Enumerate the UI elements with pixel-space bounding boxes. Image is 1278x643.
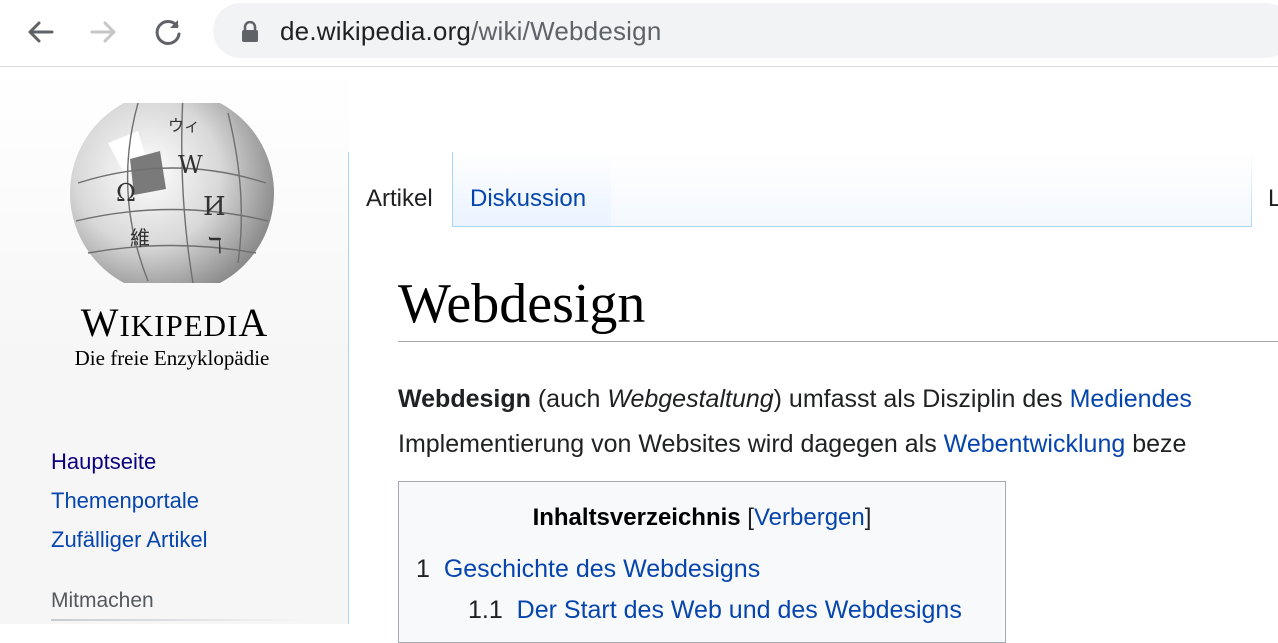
svg-text:ウィ: ウィ [168,116,200,135]
wordmark-a: A [238,300,269,345]
page-title: Webdesign [398,273,646,335]
url-path: /wiki/Webdesign [471,16,662,46]
toc-bracket: ] [864,504,872,531]
back-button[interactable] [22,14,58,50]
tab-diskussion-label: Diskussion [470,185,587,212]
sidebar-item-hauptseite[interactable]: Hauptseite [51,442,208,481]
arrow-right-icon [90,21,116,43]
svg-text:維: 維 [130,226,150,250]
tab-diskussion[interactable]: Diskussion [452,152,612,227]
toc-item-link[interactable]: Geschichte des Webdesigns [444,555,760,583]
title-underline [398,341,1278,342]
browser-toolbar: de.wikipedia.org/wiki/Webdesign [0,0,1278,67]
svg-text:И: И [203,192,226,222]
intro-line-1: Webdesign (auch Webgestaltung) umfasst a… [398,385,1192,414]
intro-text: ) umfasst als Disziplin des [773,385,1070,413]
toc-header: Inhaltsverzeichnis [Verbergen] [399,504,1005,532]
intro-bold-term: Webdesign [398,385,531,413]
lock-icon [242,21,258,42]
svg-text:ℸ: ℸ [208,234,222,259]
reload-icon [155,19,181,45]
tab-divider [1251,152,1252,227]
toc-title: Inhaltsverzeichnis [532,504,741,531]
link-mediendesign[interactable]: Mediendes [1070,385,1192,413]
sidebar-item-themenportale[interactable]: Themenportale [51,481,208,520]
arrow-left-icon [28,21,54,43]
link-webentwicklung[interactable]: Webentwicklung [944,430,1126,458]
table-of-contents: Inhaltsverzeichnis [Verbergen] 1 Geschic… [398,481,1006,643]
url-text[interactable]: de.wikipedia.org/wiki/Webdesign [280,16,661,47]
intro-italic-term: Webgestaltung [607,385,774,413]
svg-text:Ω: Ω [116,179,136,207]
toc-bracket: [ [740,504,754,531]
sidebar-item-zufaelliger-artikel[interactable]: Zufälliger Artikel [51,520,208,559]
wikipedia-wordmark[interactable]: WIKIPEDIA [0,299,349,346]
intro-text: Implementierung von Websites wird dagege… [398,430,944,458]
tab-bar-bottom-border [611,226,1252,227]
tab-artikel[interactable]: Artikel [349,152,453,228]
intro-line-2: Implementierung von Websites wird dagege… [398,430,1186,459]
toc-item[interactable]: 1 Geschichte des Webdesigns [416,555,760,584]
svg-text:W: W [178,151,203,179]
sidebar-section-heading[interactable]: Mitmachen [51,589,154,613]
intro-text: (auch [530,385,608,413]
wordmark-w: W [80,300,120,345]
wikipedia-globe-logo[interactable]: Ω W И 維 ℸ ウィ [68,103,276,283]
tab-bar-background [611,152,1251,226]
tagline: Die freie Enzyklopädie [74,346,270,370]
sidebar-nav: Hauptseite Themenportale Zufälliger Arti… [51,442,208,559]
reload-button[interactable] [150,14,186,50]
address-bar[interactable]: de.wikipedia.org/wiki/Webdesign [213,3,1278,58]
toc-toggle-link[interactable]: Verbergen [754,504,865,531]
forward-button[interactable] [86,14,122,50]
sidebar: Ω W И 維 ℸ ウィ WIKIPEDIA Die freie Enzyklo… [0,67,349,624]
toc-item-link[interactable]: Der Start des Web und des Webdesigns [517,596,962,624]
tab-lesen-cutoff[interactable]: L [1268,185,1278,213]
url-host: de.wikipedia.org [280,16,472,46]
wordmark-middle: IKIPEDI [119,308,239,343]
toc-item-number: 1.1 [468,596,503,624]
tab-artikel-label: Artikel [366,185,433,212]
intro-text: beze [1125,430,1187,458]
toc-item[interactable]: 1.1 Der Start des Web und des Webdesigns [468,596,962,625]
section-divider [51,619,311,621]
toc-item-number: 1 [416,555,430,583]
